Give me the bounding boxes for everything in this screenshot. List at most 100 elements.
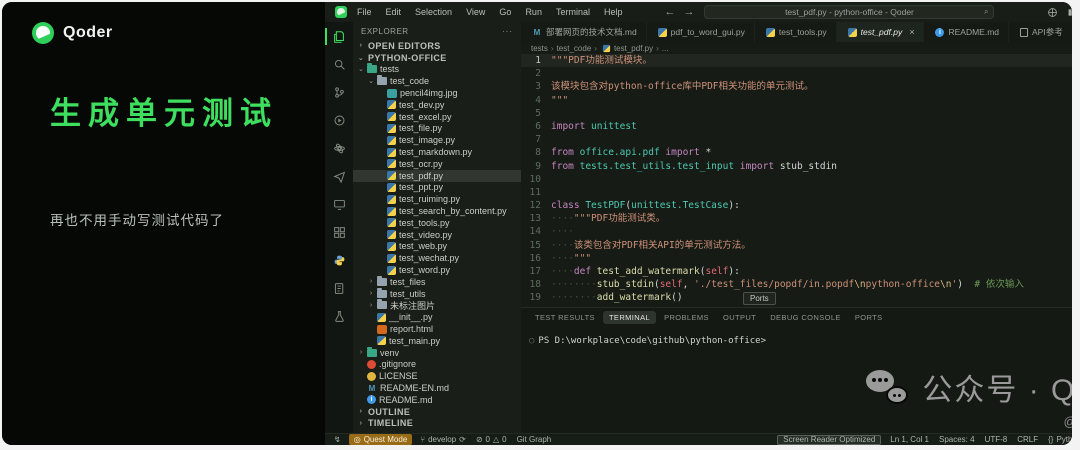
- tree-item[interactable]: LICENSE: [353, 370, 521, 382]
- activity-notebook-icon[interactable]: [325, 278, 353, 299]
- tree-item[interactable]: › test_utils: [353, 287, 521, 300]
- status-crlf[interactable]: CRLF: [1012, 435, 1043, 444]
- activity-flask-icon[interactable]: [325, 306, 353, 327]
- tree-item[interactable]: test_ppt.py: [353, 182, 521, 194]
- breadcrumb[interactable]: tests › test_code › test_pdf.py ›...: [521, 42, 1072, 54]
- app-logo-icon[interactable]: [335, 6, 347, 18]
- breadcrumb-item[interactable]: test_pdf.py: [614, 44, 653, 53]
- status-remote[interactable]: ↯: [329, 434, 346, 445]
- tree-item[interactable]: pencil4img.jpg: [353, 87, 521, 99]
- panel-tab-problems[interactable]: PROBLEMS: [658, 311, 715, 324]
- activity-remote-icon[interactable]: [325, 194, 353, 215]
- menu-view[interactable]: View: [460, 5, 491, 19]
- code-editor[interactable]: 1 """PDF功能测试模块。 2 3 该模块包含对python-office库中PDF…: [521, 54, 1072, 307]
- tree-section-python-office[interactable]: ⌄ PYTHON-OFFICE: [353, 52, 521, 64]
- grid-icon[interactable]: [1047, 7, 1058, 18]
- status-python[interactable]: {}Python: [1043, 435, 1072, 444]
- tree-item[interactable]: test_video.py: [353, 229, 521, 241]
- panel-tab-debug-console[interactable]: DEBUG CONSOLE: [764, 311, 847, 324]
- back-icon[interactable]: ←: [664, 6, 675, 18]
- tree-item[interactable]: test_dev.py: [353, 99, 521, 111]
- menu-go[interactable]: Go: [493, 5, 517, 19]
- tree-item[interactable]: M README-EN.md: [353, 382, 521, 394]
- status-utf-8[interactable]: UTF-8: [980, 435, 1013, 444]
- tree-item[interactable]: test_wechat.py: [353, 252, 521, 264]
- tree-item[interactable]: test_ocr.py: [353, 158, 521, 170]
- code-token: test_add_watermark: [591, 266, 700, 277]
- panel-tab-terminal[interactable]: TERMINAL: [602, 310, 657, 324]
- tree-item[interactable]: test_word.py: [353, 264, 521, 276]
- tree-item[interactable]: test_main.py: [353, 335, 521, 347]
- code-token: *: [699, 147, 712, 159]
- tab-test_pdf.py[interactable]: test_pdf.py ×: [836, 22, 925, 42]
- tree-section-open-editors[interactable]: › OPEN EDITORS: [353, 40, 521, 52]
- tab--.md[interactable]: M 部署网页的技术文档.md: [521, 22, 647, 42]
- tab-README.md[interactable]: i README.md: [924, 22, 1010, 42]
- activity-extensions-icon[interactable]: [325, 138, 353, 159]
- tree-item[interactable]: .gitignore: [353, 359, 521, 371]
- menu-run[interactable]: Run: [519, 5, 548, 19]
- tree-item[interactable]: test_search_by_content.py: [353, 205, 521, 217]
- activity-run-debug-icon[interactable]: [325, 110, 353, 131]
- tree-item[interactable]: test_excel.py: [353, 111, 521, 123]
- tree-item[interactable]: › venv: [353, 346, 521, 359]
- breadcrumb-item[interactable]: test_code: [557, 44, 592, 53]
- title-bar: File Edit Selection View Go Run Terminal Help ←…: [325, 2, 1072, 22]
- breadcrumb-item[interactable]: ...: [662, 44, 669, 53]
- tree-item-label: LICENSE: [379, 371, 418, 382]
- tree-item[interactable]: test_markdown.py: [353, 146, 521, 158]
- close-tab-icon[interactable]: ×: [909, 27, 914, 37]
- sidebar-actions-icon[interactable]: ···: [502, 27, 513, 36]
- panel-tab-output[interactable]: OUTPUT: [717, 311, 762, 324]
- status-text[interactable]: Git Graph: [512, 434, 557, 445]
- tree-item[interactable]: test_pdf.py: [353, 169, 521, 182]
- status-ln-1-col-1[interactable]: Ln 1, Col 1: [885, 435, 934, 444]
- tree-section-outline[interactable]: › OUTLINE: [353, 406, 521, 418]
- activity-grid-icon[interactable]: [325, 222, 353, 243]
- tree-item[interactable]: test_file.py: [353, 123, 521, 135]
- customize-layout-icon[interactable]: [1067, 7, 1072, 18]
- tab-test_tools.py[interactable]: test_tools.py: [754, 22, 837, 42]
- tree-item-label: test_ruiming.py: [399, 194, 461, 205]
- status-branch[interactable]: ⑂ develop ⟳: [415, 434, 471, 445]
- activity-explorer-icon[interactable]: [325, 26, 353, 47]
- editor-tabs: M 部署网页的技术文档.md pdf_to_word_gui.py test_tool…: [521, 22, 1072, 42]
- code-line: 16 ···· """: [521, 252, 1072, 265]
- activity-send-icon[interactable]: [325, 166, 353, 187]
- tab-pdf_to_word_gui.py[interactable]: pdf_to_word_gui.py: [646, 22, 755, 42]
- activity-search-icon[interactable]: [325, 54, 353, 75]
- tree-section-timeline[interactable]: › TIMELINE: [353, 418, 521, 430]
- status-screen-reader-optimized[interactable]: Screen Reader Optimized: [777, 434, 882, 445]
- panel-tab-test-results[interactable]: TEST RESULTS: [529, 311, 601, 324]
- status-quest[interactable]: ◎ Quest Mode: [348, 434, 413, 445]
- menu-help[interactable]: Help: [598, 5, 629, 19]
- status-errors[interactable]: ⊘ 0 △ 0: [471, 434, 512, 445]
- terminal[interactable]: ○ PS D:\workplace\code\github\python-offi…: [521, 324, 1072, 433]
- breadcrumb-item[interactable]: tests: [531, 44, 548, 53]
- command-center[interactable]: test_pdf.py - python-office - Qoder ⌕: [704, 5, 995, 19]
- activity-python-icon[interactable]: [325, 250, 353, 271]
- tree-item[interactable]: test_tools.py: [353, 217, 521, 229]
- search-icon: ⌕: [984, 7, 989, 16]
- tree-item[interactable]: › 未标注图片: [353, 299, 521, 312]
- tree-item[interactable]: ⌄ tests: [353, 63, 521, 76]
- panel-tab-ports[interactable]: PORTS: [849, 311, 889, 324]
- tree-item[interactable]: test_image.py: [353, 134, 521, 146]
- menu-file[interactable]: File: [351, 5, 378, 19]
- brackets-icon: {}: [1048, 435, 1054, 444]
- status-spaces-4[interactable]: Spaces: 4: [934, 435, 980, 444]
- tree-item[interactable]: report.html: [353, 323, 521, 335]
- py-icon: [387, 241, 396, 251]
- tree-item[interactable]: ⌄ test_code: [353, 75, 521, 87]
- menu-edit[interactable]: Edit: [380, 5, 408, 19]
- tree-item[interactable]: __init__.py: [353, 311, 521, 323]
- forward-icon[interactable]: →: [683, 6, 694, 18]
- tree-item[interactable]: test_web.py: [353, 241, 521, 253]
- menu-terminal[interactable]: Terminal: [550, 5, 596, 19]
- activity-source-control-icon[interactable]: [325, 82, 353, 103]
- tree-item[interactable]: i README.md: [353, 394, 521, 406]
- tab-API-[interactable]: API参考: [1009, 22, 1072, 42]
- tree-item[interactable]: test_ruiming.py: [353, 193, 521, 205]
- menu-selection[interactable]: Selection: [409, 5, 458, 19]
- tree-item[interactable]: › test_files: [353, 275, 521, 288]
